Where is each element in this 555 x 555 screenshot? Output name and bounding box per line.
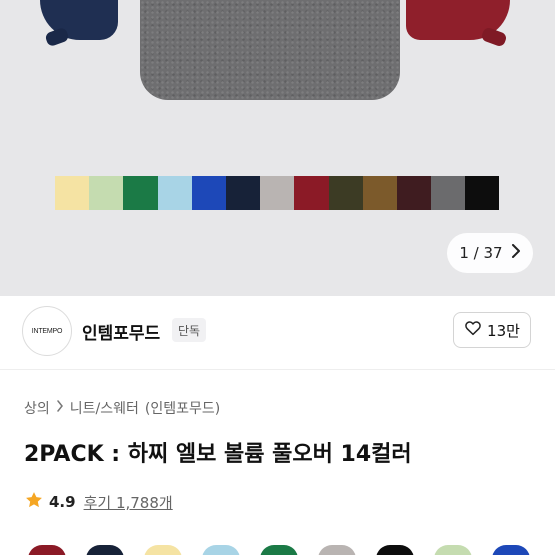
color-swatch — [328, 176, 363, 210]
color-thumbnail[interactable] — [376, 545, 414, 555]
like-button[interactable]: 13만 — [453, 312, 531, 348]
color-thumbnail[interactable] — [202, 545, 240, 555]
brand-row: INTEMPO 인템포무드 단독 13만 — [0, 296, 555, 370]
burgundy-sweater-image — [406, 0, 510, 40]
color-thumbnail[interactable] — [434, 545, 472, 555]
star-icon — [24, 490, 44, 514]
color-swatch — [123, 176, 158, 210]
product-image-gallery[interactable]: 1 / 37 — [0, 0, 555, 296]
breadcrumb-brand[interactable]: (인템포무드) — [145, 398, 220, 418]
chevron-right-icon — [511, 244, 521, 262]
rating-score: 4.9 — [49, 493, 76, 511]
color-swatch — [294, 176, 329, 210]
color-swatch — [55, 176, 90, 210]
color-thumbnail[interactable] — [318, 545, 356, 555]
gallery-counter-button[interactable]: 1 / 37 — [447, 233, 533, 273]
breadcrumb-subcategory[interactable]: 니트/스웨터 — [70, 398, 139, 418]
color-thumbnail[interactable] — [86, 545, 124, 555]
exclusive-badge: 단독 — [172, 318, 207, 342]
color-thumbnail-strip — [28, 545, 530, 555]
chevron-right-icon — [56, 400, 64, 416]
color-thumbnail[interactable] — [144, 545, 182, 555]
color-swatch — [465, 176, 500, 210]
heart-outline-icon — [464, 319, 482, 341]
gallery-counter-text: 1 / 37 — [459, 244, 503, 262]
color-swatch — [260, 176, 295, 210]
breadcrumb: 상의 니트/스웨터 (인템포무드) — [24, 398, 220, 418]
color-thumbnail[interactable] — [260, 545, 298, 555]
color-swatch — [396, 176, 432, 210]
product-title: 2PACK : 하찌 엘보 볼륨 풀오버 14컬러 — [24, 442, 412, 467]
review-count-link[interactable]: 후기 1,788개 — [84, 492, 173, 513]
color-thumbnail[interactable] — [492, 545, 530, 555]
navy-sweater-image — [40, 0, 118, 40]
color-swatch — [89, 176, 124, 210]
color-thumbnail[interactable] — [28, 545, 66, 555]
color-swatch — [362, 176, 397, 210]
brand-name-link[interactable]: 인템포무드 — [82, 319, 160, 344]
like-count: 13만 — [487, 321, 520, 340]
color-palette — [55, 176, 500, 210]
gray-sweater-image — [140, 0, 400, 100]
breadcrumb-category[interactable]: 상의 — [24, 398, 50, 418]
color-swatch — [191, 176, 226, 210]
color-swatch — [431, 176, 466, 210]
brand-logo[interactable]: INTEMPO — [22, 306, 72, 356]
rating-summary[interactable]: 4.9 후기 1,788개 — [24, 490, 173, 514]
color-swatch — [157, 176, 192, 210]
color-swatch — [225, 176, 261, 210]
